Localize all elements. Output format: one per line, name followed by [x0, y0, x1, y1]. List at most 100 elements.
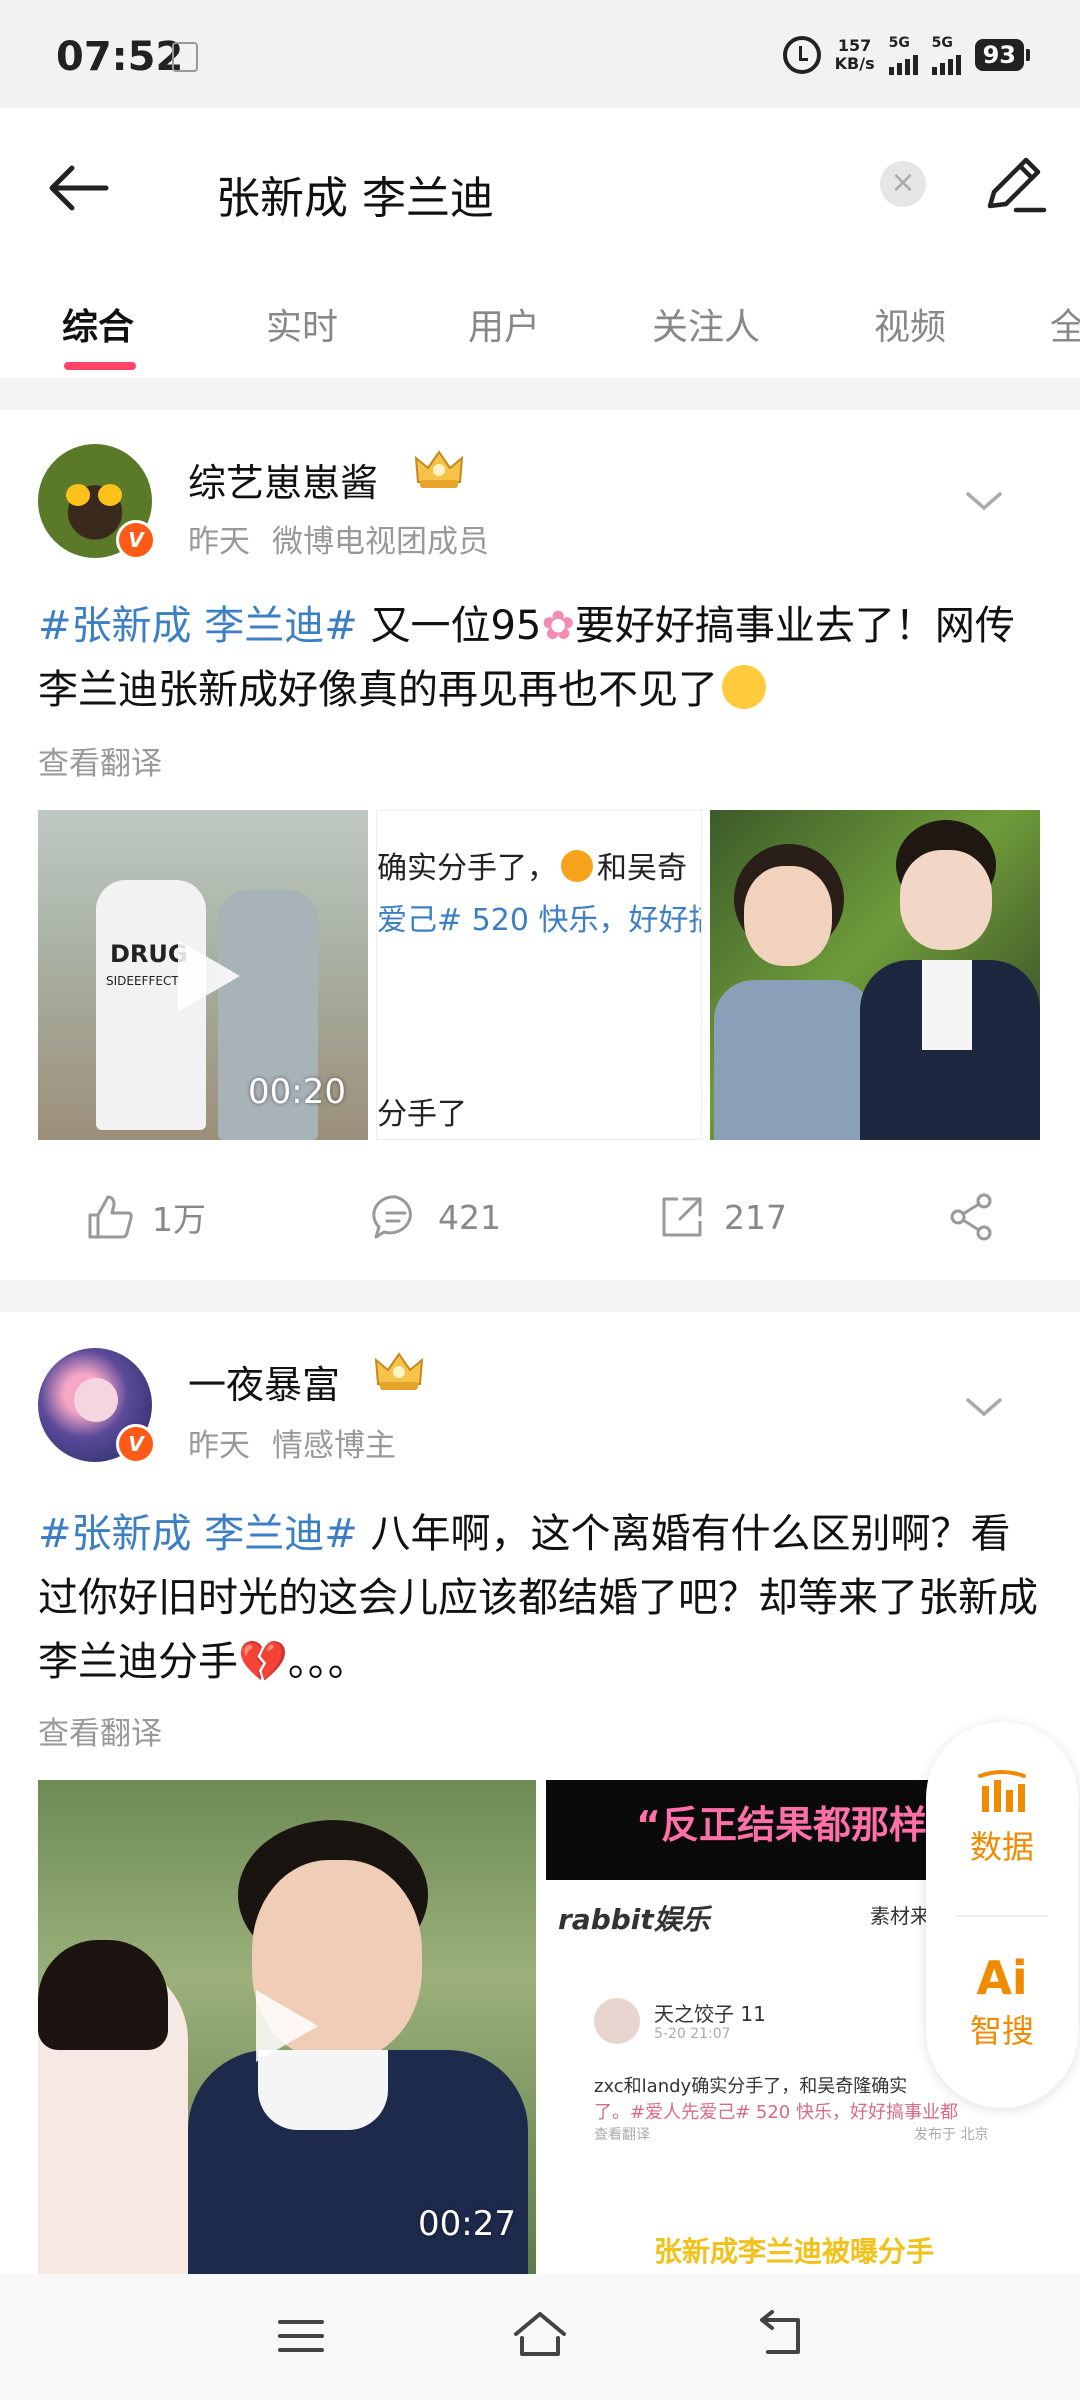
image-thumbnail[interactable]: 确实分手了， 和吴奇 爱己# 520 快乐，好好搞 分手了 — [376, 810, 702, 1140]
tab-users[interactable]: 用户 — [468, 298, 540, 350]
alarm-icon — [782, 36, 821, 74]
ai-icon: Ai — [976, 1951, 1028, 2005]
notification-icon — [172, 42, 198, 72]
inner-text-line1: zxc和landy确实分手了，和吴奇隆确实 — [594, 2076, 908, 2097]
crown-badge-icon — [374, 1352, 424, 1390]
crown-badge-icon — [414, 450, 464, 488]
network-speed: 157 KB/s — [835, 37, 875, 73]
like-button[interactable]: 1万 — [84, 1182, 206, 1252]
tab-following[interactable]: 关注人 — [652, 298, 760, 350]
back-nav-icon[interactable] — [756, 2310, 806, 2360]
shirt-subtext: SIDEEFFECT — [106, 974, 179, 988]
avatar[interactable]: V — [38, 444, 156, 560]
search-query[interactable]: 张新成 李兰迪 — [216, 162, 494, 226]
signal-label-1: 5G — [888, 35, 910, 51]
clear-search-button[interactable]: × — [880, 161, 926, 207]
inner-text-line2: 了。#爱人先爱己# 520 快乐，好好搞事业都 — [594, 2102, 958, 2123]
pencil-icon — [987, 157, 1047, 213]
active-tab-indicator — [64, 362, 136, 370]
battery-indicator: 93 — [974, 39, 1031, 71]
network-speed-value: 157 — [837, 36, 872, 55]
thumbs-up-icon — [88, 1195, 133, 1239]
screenshot-text-line3: 分手了 — [377, 1097, 467, 1132]
repost-button[interactable]: 217 — [656, 1182, 787, 1252]
share-nodes-icon — [950, 1193, 992, 1241]
system-nav-bar — [0, 2274, 1080, 2400]
tab-all[interactable]: 全 — [1050, 298, 1080, 350]
video-duration: 00:27 — [418, 2204, 516, 2244]
comment-count: 421 — [438, 1197, 501, 1237]
search-header: 张新成 李兰迪 × 综合 实时 用户 关注人 视频 全 — [0, 108, 1080, 378]
inner-location: 发布于 北京 — [914, 2127, 989, 2143]
home-icon[interactable] — [512, 2310, 568, 2360]
translate-link[interactable]: 查看翻译 — [38, 738, 162, 783]
hashtag-link[interactable]: #张新成 李兰迪# — [38, 1511, 358, 1557]
inner-translate: 查看翻译 — [594, 2127, 650, 2143]
avatar[interactable]: V — [38, 1348, 156, 1464]
tab-comprehensive[interactable]: 综合 — [62, 298, 134, 350]
chevron-down-icon[interactable] — [964, 486, 1004, 516]
author-description: 情感博主 — [272, 1428, 396, 1464]
like-count: 1万 — [152, 1200, 206, 1239]
arrow-left-icon — [49, 165, 109, 211]
inner-username: 天之饺子 11 — [654, 2002, 766, 2026]
network-speed-unit: KB/s — [834, 54, 875, 73]
chevron-down-icon[interactable] — [964, 1392, 1004, 1422]
image-thumbnail[interactable] — [710, 810, 1040, 1140]
play-icon — [256, 1990, 318, 2062]
caption-text: 张新成李兰迪被曝分手 — [653, 2235, 934, 2268]
ai-search-button[interactable]: Ai 智搜 — [926, 1950, 1078, 2052]
back-button[interactable] — [40, 148, 120, 228]
data-label: 数据 — [969, 1828, 1034, 1866]
play-icon — [178, 940, 240, 1012]
post-text-part: 。。。 — [287, 1639, 368, 1685]
screenshot-text-line2: 爱己# 520 快乐，好好搞 — [377, 903, 702, 938]
comment-icon — [372, 1195, 412, 1239]
signal-label-2: 5G — [931, 35, 953, 51]
hashtag-link[interactable]: #张新成 李兰迪# — [38, 603, 358, 649]
post-time: 昨天 — [188, 524, 250, 560]
menu-icon[interactable] — [276, 2316, 326, 2356]
status-indicators: 157 KB/s 5G 5G 93 — [782, 30, 1031, 80]
video-thumbnail[interactable]: DRUG SIDEEFFECT 00:20 — [38, 810, 368, 1140]
verified-badge-icon: V — [116, 520, 156, 560]
post-card[interactable]: V 一夜暴富 昨天 情感博主 #张新成 李兰迪# 八年啊，这个离婚有什么区别啊？看… — [0, 1312, 1080, 2274]
post-text[interactable]: #张新成 李兰迪# 八年啊，这个离婚有什么区别啊？看过你好旧时光的这会儿应该都结… — [38, 1502, 1048, 1694]
post-text[interactable]: #张新成 李兰迪# 又一位95✿要好好搞事业去了！网传李兰迪张新成好像真的再见再… — [38, 594, 1048, 722]
compose-button[interactable] — [980, 148, 1050, 218]
share-out-icon — [662, 1197, 702, 1237]
post-text-part: 又一位95 — [357, 603, 542, 649]
video-thumbnail[interactable]: 00:27 — [38, 1780, 536, 2274]
post-time: 昨天 — [188, 1428, 250, 1464]
post-card[interactable]: V 综艺崽崽酱 昨天 微博电视团成员 #张新成 李兰迪# 又一位95✿要好好搞事业… — [0, 410, 1080, 1280]
status-bar: 07:52 157 KB/s 5G 5G 93 — [0, 0, 1080, 108]
lion-emoji-icon — [561, 850, 593, 882]
share-count: 217 — [724, 1197, 787, 1237]
video-duration: 00:20 — [248, 1072, 346, 1112]
shirt-text: DRUG — [110, 940, 188, 968]
ai-search-label: 智搜 — [969, 2012, 1034, 2050]
floating-tools: 数据 Ai 智搜 — [926, 1722, 1078, 2108]
pleading-face-emoji-icon — [722, 665, 766, 709]
username[interactable]: 一夜暴富 — [188, 1354, 340, 1409]
inner-time: 5-20 21:07 — [654, 2026, 731, 2042]
verified-badge-icon: V — [116, 1424, 156, 1464]
broken-heart-emoji-icon: 💔 — [238, 1639, 288, 1685]
screenshot-text-line1: 确实分手了， 和吴奇 — [377, 850, 687, 886]
signal-icon-1: 5G — [888, 35, 918, 75]
tab-realtime[interactable]: 实时 — [266, 298, 338, 350]
comment-button[interactable]: 421 — [370, 1182, 501, 1252]
data-button[interactable]: 数据 — [926, 1766, 1078, 1868]
bar-chart-icon — [978, 1770, 1026, 1812]
post-meta: 昨天 微博电视团成员 — [188, 516, 489, 561]
post-meta: 昨天 情感博主 — [188, 1420, 396, 1465]
tab-video[interactable]: 视频 — [874, 298, 946, 350]
brand-label: rabbit娱乐 — [558, 1903, 710, 1936]
translate-link[interactable]: 查看翻译 — [38, 1708, 162, 1753]
username[interactable]: 综艺崽崽酱 — [188, 452, 378, 507]
cherry-blossom-emoji-icon: ✿ — [541, 603, 575, 649]
author-description: 微博电视团成员 — [272, 524, 489, 560]
divider — [956, 1915, 1048, 1917]
more-share-button[interactable] — [946, 1182, 998, 1252]
signal-icon-2: 5G — [931, 35, 961, 75]
